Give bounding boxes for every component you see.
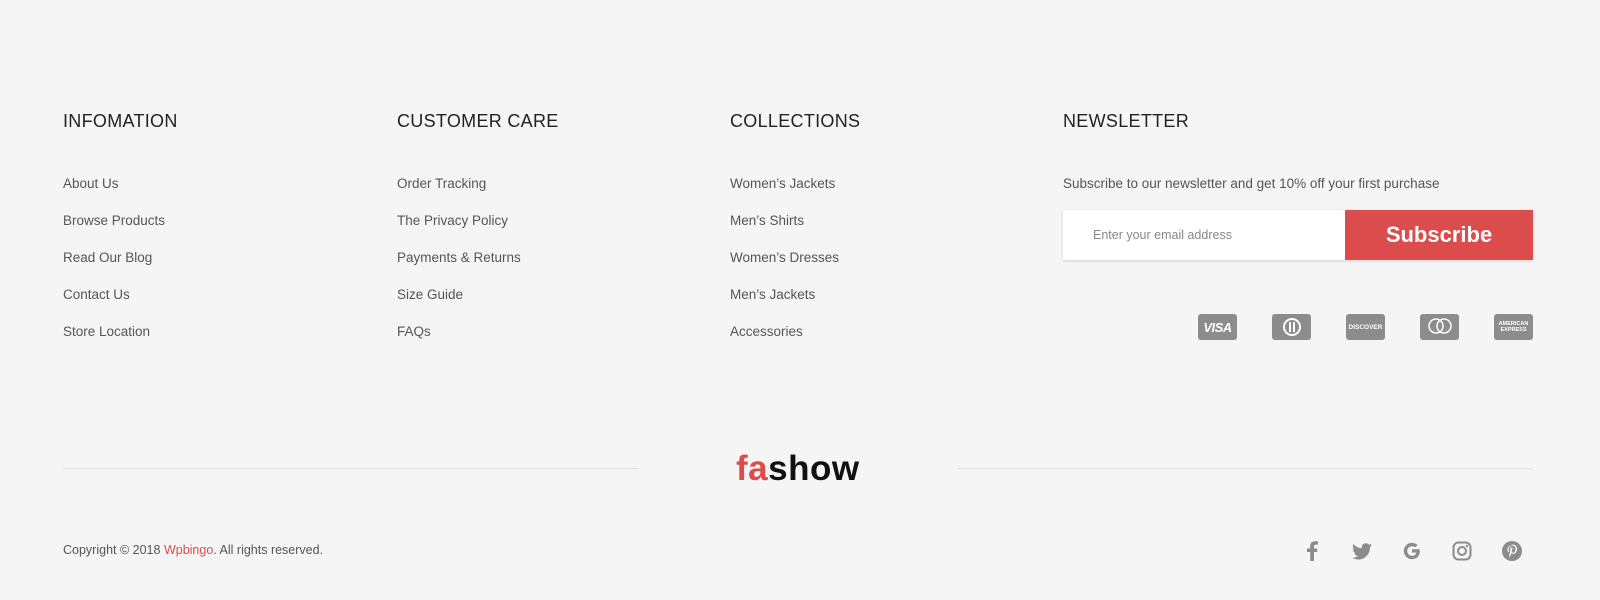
footer-link-mens-jackets[interactable]: Men’s Jackets xyxy=(730,287,860,303)
instagram-icon[interactable] xyxy=(1451,540,1473,562)
footer-link-womens-dresses[interactable]: Women’s Dresses xyxy=(730,250,860,266)
footer-link-order-tracking[interactable]: Order Tracking xyxy=(397,176,559,192)
footer-link-womens-jackets[interactable]: Women’s Jackets xyxy=(730,176,860,192)
american-express-icon: AMERICAN EXPRESS xyxy=(1494,314,1533,340)
copyright-text: Copyright © 2018 Wpbingo. All rights res… xyxy=(63,543,324,557)
discover-icon: DISCOVER xyxy=(1346,314,1385,340)
divider-left xyxy=(63,468,639,469)
column-title: INFOMATION xyxy=(63,111,178,131)
pinterest-icon[interactable] xyxy=(1501,540,1523,562)
footer-link-about-us[interactable]: About Us xyxy=(63,176,178,192)
diners-club-icon xyxy=(1272,314,1311,340)
footer-column-newsletter: NEWSLETTER Subscribe to our newsletter a… xyxy=(1063,110,1533,260)
footer-link-size-guide[interactable]: Size Guide xyxy=(397,287,559,303)
footer-column-customer-care: CUSTOMER CARE Order Tracking The Privacy… xyxy=(397,110,559,361)
column-title: CUSTOMER CARE xyxy=(397,111,559,131)
footer-link-contact-us[interactable]: Contact Us xyxy=(63,287,178,303)
site-logo[interactable]: fashow xyxy=(736,449,860,489)
social-links xyxy=(1301,540,1523,562)
divider-right xyxy=(957,468,1533,469)
footer-column-information: INFOMATION About Us Browse Products Read… xyxy=(63,110,178,361)
mastercard-icon xyxy=(1420,314,1459,340)
column-title: NEWSLETTER xyxy=(1063,111,1190,131)
footer-link-payments-returns[interactable]: Payments & Returns xyxy=(397,250,559,266)
visa-icon: VISA xyxy=(1198,314,1237,340)
footer-link-store-location[interactable]: Store Location xyxy=(63,324,178,340)
brand-link[interactable]: Wpbingo xyxy=(164,543,213,557)
footer-link-accessories[interactable]: Accessories xyxy=(730,324,860,340)
twitter-icon[interactable] xyxy=(1351,540,1373,562)
google-icon[interactable] xyxy=(1401,540,1423,562)
footer-link-mens-shirts[interactable]: Men’s Shirts xyxy=(730,213,860,229)
subscribe-button[interactable]: Subscribe xyxy=(1345,210,1533,260)
footer-link-privacy-policy[interactable]: The Privacy Policy xyxy=(397,213,559,229)
column-title: COLLECTIONS xyxy=(730,111,861,131)
newsletter-form: Subscribe xyxy=(1063,210,1533,260)
payment-methods: VISA DISCOVER AMERICAN EXPRESS xyxy=(1198,314,1533,340)
footer-link-read-our-blog[interactable]: Read Our Blog xyxy=(63,250,178,266)
footer-link-browse-products[interactable]: Browse Products xyxy=(63,213,178,229)
facebook-icon[interactable] xyxy=(1301,540,1323,562)
footer-link-faqs[interactable]: FAQs xyxy=(397,324,559,340)
footer-column-collections: COLLECTIONS Women’s Jackets Men’s Shirts… xyxy=(730,110,860,361)
email-input[interactable] xyxy=(1063,210,1345,260)
newsletter-description: Subscribe to our newsletter and get 10% … xyxy=(1063,176,1440,191)
